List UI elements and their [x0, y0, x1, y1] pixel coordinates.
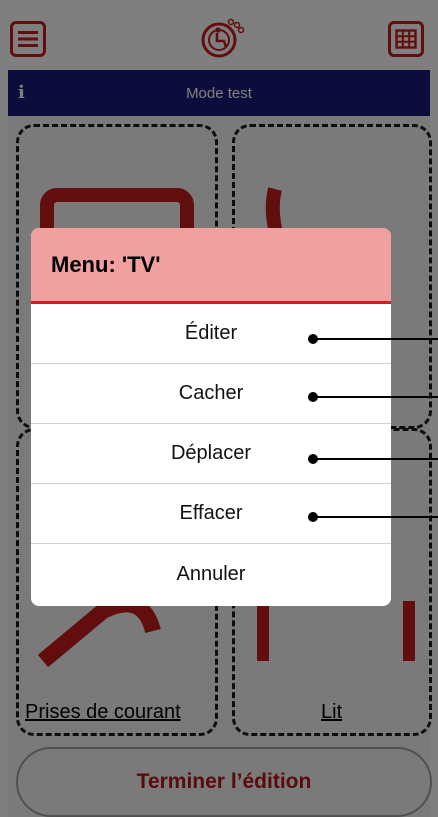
menu-item-deplacer[interactable]: Déplacer	[31, 424, 391, 484]
annotation-pointer	[308, 392, 438, 402]
menu-item-editer[interactable]: Éditer	[31, 304, 391, 364]
menu-item-annuler[interactable]: Annuler	[31, 544, 391, 604]
context-menu-dialog: Menu: 'TV' Éditer Cacher Déplacer Efface…	[31, 228, 391, 606]
annotation-pointer	[308, 512, 438, 522]
annotation-pointer	[308, 454, 438, 464]
menu-item-effacer[interactable]: Effacer	[31, 484, 391, 544]
menu-title: Menu: 'TV'	[31, 228, 391, 304]
annotation-pointer	[308, 334, 438, 344]
menu-item-cacher[interactable]: Cacher	[31, 364, 391, 424]
